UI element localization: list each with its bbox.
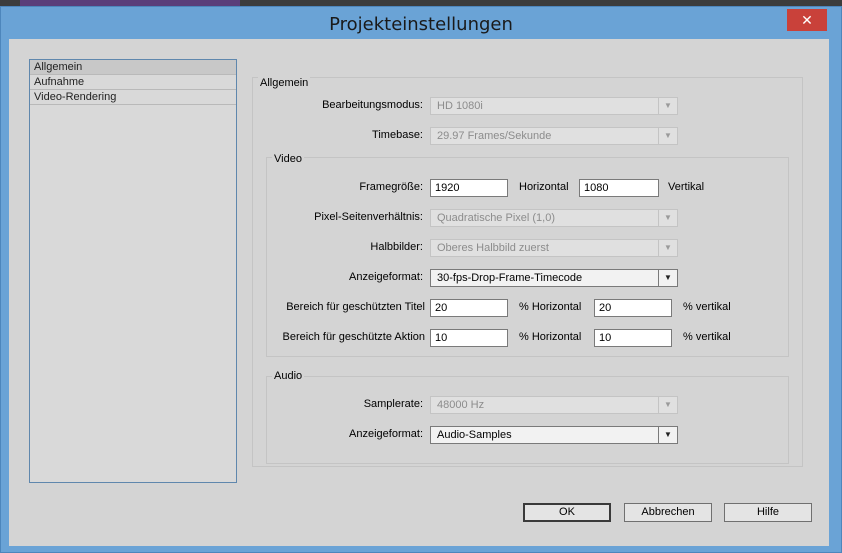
frame-height-input[interactable]: 1080: [579, 179, 659, 197]
dialog-title: Projekteinstellungen: [329, 14, 513, 35]
chevron-down-icon: ▼: [658, 98, 677, 114]
edit-mode-select: HD 1080i ▼: [430, 97, 678, 115]
close-icon: ✕: [801, 12, 813, 28]
video-display-format-select[interactable]: 30-fps-Drop-Frame-Timecode ▼: [430, 269, 678, 287]
title-safe-vertical-input[interactable]: 20: [594, 299, 672, 317]
audio-display-format-value: Audio-Samples: [437, 429, 512, 441]
audio-group-label: Audio: [272, 370, 305, 382]
general-group-label: Allgemein: [258, 77, 311, 89]
nav-item-video-rendering[interactable]: Video-Rendering: [30, 90, 236, 105]
chevron-down-icon: ▼: [658, 240, 677, 256]
fields-value: Oberes Halbbild zuerst: [437, 242, 549, 254]
timebase-select: 29.97 Frames/Sekunde ▼: [430, 127, 678, 145]
title-safe-horizontal-input[interactable]: 20: [430, 299, 508, 317]
ok-button[interactable]: OK: [523, 503, 611, 522]
title-safe-vertical-label: % vertikal: [683, 301, 731, 313]
title-safe-horizontal-label: % Horizontal: [519, 301, 582, 313]
settings-category-list: Allgemein Aufnahme Video-Rendering: [29, 59, 237, 483]
action-safe-horizontal-label: % Horizontal: [519, 331, 582, 343]
sample-rate-select: 48000 Hz ▼: [430, 396, 678, 414]
frame-horizontal-label: Horizontal: [519, 181, 569, 193]
audio-display-format-label: Anzeigeformat:: [349, 428, 423, 440]
fields-label: Halbbilder:: [370, 241, 423, 253]
action-safe-vertical-label: % vertikal: [683, 331, 731, 343]
title-bar[interactable]: Projekteinstellungen ✕: [1, 7, 841, 39]
timebase-value: 29.97 Frames/Sekunde: [437, 130, 552, 142]
audio-display-format-select[interactable]: Audio-Samples ▼: [430, 426, 678, 444]
frame-vertical-label: Vertikal: [668, 181, 705, 193]
video-display-format-value: 30-fps-Drop-Frame-Timecode: [437, 272, 583, 284]
frame-width-input[interactable]: 1920: [430, 179, 508, 197]
sample-rate-label: Samplerate:: [363, 398, 423, 410]
fields-select: Oberes Halbbild zuerst ▼: [430, 239, 678, 257]
pixel-aspect-select: Quadratische Pixel (1,0) ▼: [430, 209, 678, 227]
edit-mode-value: HD 1080i: [437, 100, 483, 112]
nav-item-allgemein[interactable]: Allgemein: [30, 60, 236, 75]
video-display-format-label: Anzeigeformat:: [349, 271, 423, 283]
nav-item-aufnahme[interactable]: Aufnahme: [30, 75, 236, 90]
sample-rate-value: 48000 Hz: [437, 399, 485, 411]
project-settings-dialog: Projekteinstellungen ✕ Allgemein Aufnahm…: [0, 6, 842, 553]
audio-group: [266, 376, 789, 464]
help-button[interactable]: Hilfe: [724, 503, 812, 522]
edit-mode-label: Bearbeitungsmodus:: [322, 99, 423, 111]
action-safe-label: Bereich für geschützte Aktion: [282, 331, 425, 343]
frame-size-label: Framegröße:: [359, 181, 423, 193]
dialog-client-area: Allgemein Aufnahme Video-Rendering Allge…: [9, 39, 829, 546]
chevron-down-icon: ▼: [658, 397, 677, 413]
timebase-label: Timebase:: [372, 129, 423, 141]
cancel-button[interactable]: Abbrechen: [624, 503, 712, 522]
chevron-down-icon: ▼: [658, 270, 677, 286]
chevron-down-icon: ▼: [658, 128, 677, 144]
close-button[interactable]: ✕: [787, 9, 827, 31]
action-safe-horizontal-input[interactable]: 10: [430, 329, 508, 347]
video-group-label: Video: [272, 153, 304, 165]
pixel-aspect-value: Quadratische Pixel (1,0): [437, 212, 555, 224]
title-safe-label: Bereich für geschützten Titel: [286, 301, 425, 313]
chevron-down-icon: ▼: [658, 427, 677, 443]
chevron-down-icon: ▼: [658, 210, 677, 226]
pixel-aspect-label: Pixel-Seitenverhältnis:: [314, 211, 423, 223]
action-safe-vertical-input[interactable]: 10: [594, 329, 672, 347]
